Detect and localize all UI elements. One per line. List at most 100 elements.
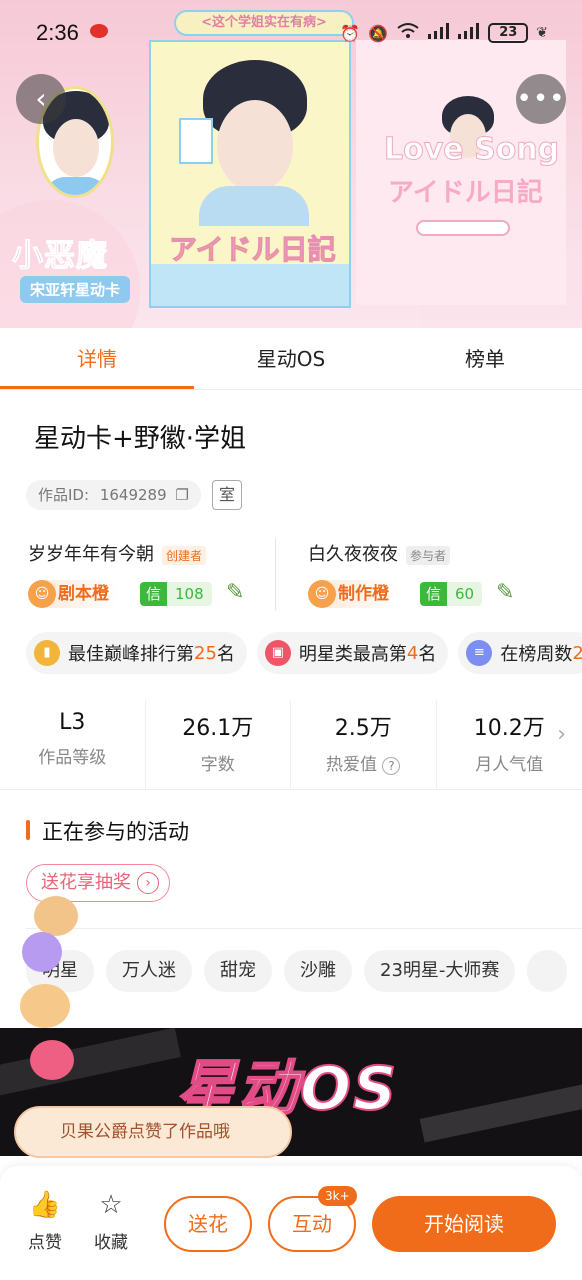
rank-text: 最佳巅峰排行第 <box>68 644 194 665</box>
stat-words: 26.1万 字数 <box>146 700 291 789</box>
more-button[interactable]: ••• <box>516 74 566 124</box>
pencil-icon: ✎ <box>226 580 245 605</box>
signal-icon <box>428 23 450 43</box>
rank-pill-star[interactable]: ▣ 明星类最高第 4 名 <box>256 632 449 674</box>
banner-right-title: Love Song <box>383 132 560 168</box>
tag-item[interactable]: 沙雕 <box>284 950 352 992</box>
level-badge-2: ☺ 制作橙 <box>308 580 399 608</box>
work-id-value: 1649289 <box>99 486 167 504</box>
trust-label: 信 <box>140 582 168 606</box>
tab-details[interactable]: 详情 <box>0 328 194 389</box>
tag-item[interactable]: 万人迷 <box>106 950 192 992</box>
role-badge-creator: 创建者 <box>162 546 207 565</box>
start-reading-button[interactable]: 开始阅读 <box>372 1196 556 1252</box>
banner-left-title: 小恶魔 <box>12 238 108 275</box>
stat-value: 26.1万 <box>182 716 254 741</box>
stats-row[interactable]: L3 作品等级 26.1万 字数 2.5万 热爱值 ? 10.2万 月人气值 <box>0 700 582 790</box>
thumbs-up-icon[interactable]: 👍 <box>20 1190 70 1220</box>
work-title: 星动卡+野徽·学姐 <box>34 424 247 454</box>
rank-text: 明星类最高第 <box>298 644 407 665</box>
alarm-icon: ⏰ <box>340 23 361 43</box>
level-label: 制作橙 <box>338 584 389 604</box>
mute-icon: 🔕 <box>368 23 389 43</box>
tag-item[interactable]: 23明星-大师赛 <box>364 950 516 992</box>
stat-value: L3 <box>59 710 86 735</box>
work-id-label: 作品ID: <box>38 486 90 504</box>
favorite-label[interactable]: 收藏 <box>86 1228 136 1253</box>
creator-name: 白久夜夜夜 <box>308 544 398 565</box>
trust-badge-2: 信 60 <box>420 582 483 606</box>
work-id-pill[interactable]: 作品ID: 1649289 ❐ <box>26 480 201 510</box>
wifi-icon <box>396 22 420 44</box>
rank-number: 25 <box>194 642 217 664</box>
leaf-icon: ❦ <box>536 25 548 41</box>
stat-level: L3 作品等级 <box>0 700 146 789</box>
creator-1[interactable]: 岁岁年年有今朝 创建者 <box>28 540 207 566</box>
battery-indicator: 23 <box>488 23 529 43</box>
stat-label: 字数 <box>200 755 235 775</box>
rank-pill-weeks[interactable]: ≡ 在榜周数 2 <box>458 632 582 674</box>
stat-label: 月人气值 <box>475 755 544 775</box>
tab-star-os[interactable]: 星动OS <box>194 328 388 389</box>
stat-label: 热爱值 <box>326 755 378 775</box>
interact-count-badge: 3k+ <box>318 1186 357 1206</box>
tab-bar: 详情 星动OS 榜单 <box>0 328 582 390</box>
activities-title: 正在参与的活动 <box>26 816 189 846</box>
stat-value: 2.5万 <box>334 716 392 741</box>
stat-love: 2.5万 热爱值 ? <box>291 700 437 789</box>
banner-mid-card: アイドル日記 <box>149 40 351 308</box>
document-icon: ≡ <box>466 640 493 666</box>
creator-divider <box>275 538 276 610</box>
role-badge-participant: 参与者 <box>406 546 451 565</box>
more-dots-icon: ••• <box>516 84 566 114</box>
mascot-icon <box>34 896 78 936</box>
level-icon: ☺ <box>28 580 56 608</box>
creator-name: 岁岁年年有今朝 <box>28 544 154 565</box>
trust-badge-1: 信 108 <box>140 582 212 606</box>
stat-label: 作品等级 <box>38 748 107 768</box>
like-toast: 贝果公爵点赞了作品哦 <box>14 1106 292 1158</box>
chevron-right-icon[interactable]: › <box>557 722 566 747</box>
status-time: 2:36 <box>36 20 79 45</box>
tag-item[interactable] <box>527 950 568 992</box>
level-icon: ☺ <box>308 580 336 608</box>
stat-label-wrap: 热爱值 ? <box>291 750 436 775</box>
banner-left-subtitle: 宋亚轩星动卡 <box>20 276 131 303</box>
signal-icon-2 <box>458 23 480 43</box>
rank-number: 2 <box>572 642 582 664</box>
tab-ranking[interactable]: 榜单 <box>388 328 582 389</box>
help-icon[interactable]: ? <box>382 757 401 775</box>
banner-right-subtitle: アイドル日記 <box>388 178 543 208</box>
star-icon[interactable]: ☆ <box>86 1190 136 1220</box>
rank-suffix: 名 <box>216 644 235 665</box>
send-flower-button[interactable]: 送花 <box>164 1196 252 1252</box>
tag-row: 明星 万人迷 甜宠 沙雕 23明星-大师赛 <box>26 950 568 992</box>
rank-pill-peak[interactable]: ▮ 最佳巅峰排行第 25 名 <box>26 632 247 674</box>
weibo-icon <box>90 24 108 38</box>
mascot-icon <box>20 984 70 1028</box>
rank-row: ▮ 最佳巅峰排行第 25 名 ▣ 明星类最高第 4 名 ≡ 在榜周数 2 <box>26 632 582 674</box>
level-label: 剧本橙 <box>58 584 109 604</box>
copy-icon[interactable]: ❐ <box>175 486 188 504</box>
trust-value: 60 <box>447 582 483 606</box>
pencil-icon: ✎ <box>496 580 515 605</box>
chevron-right-circle-icon: › <box>137 872 159 894</box>
status-bar: 2:36 ⏰ 🔕 23 ❦ <box>0 0 582 62</box>
level-badge-1: ☺ 剧本橙 <box>28 580 119 608</box>
chevron-left-icon: ‹ <box>35 82 47 115</box>
room-tag[interactable]: 室 <box>212 480 242 510</box>
rank-suffix: 名 <box>418 644 437 665</box>
banner-mid-footer <box>151 264 349 306</box>
heart-icon <box>30 1040 74 1080</box>
trust-label: 信 <box>420 582 448 606</box>
banner-mid-title: アイドル日記 <box>169 233 337 267</box>
divider <box>26 928 582 929</box>
star-mascot-icon <box>22 932 62 972</box>
creator-2[interactable]: 白久夜夜夜 参与者 <box>308 540 451 566</box>
like-label[interactable]: 点赞 <box>20 1228 70 1253</box>
rank-text: 在榜周数 <box>500 644 573 665</box>
calendar-icon: ▣ <box>264 640 291 666</box>
banner-mid-portrait <box>199 60 309 226</box>
back-button[interactable]: ‹ <box>16 74 66 124</box>
tag-item[interactable]: 甜宠 <box>204 950 272 992</box>
